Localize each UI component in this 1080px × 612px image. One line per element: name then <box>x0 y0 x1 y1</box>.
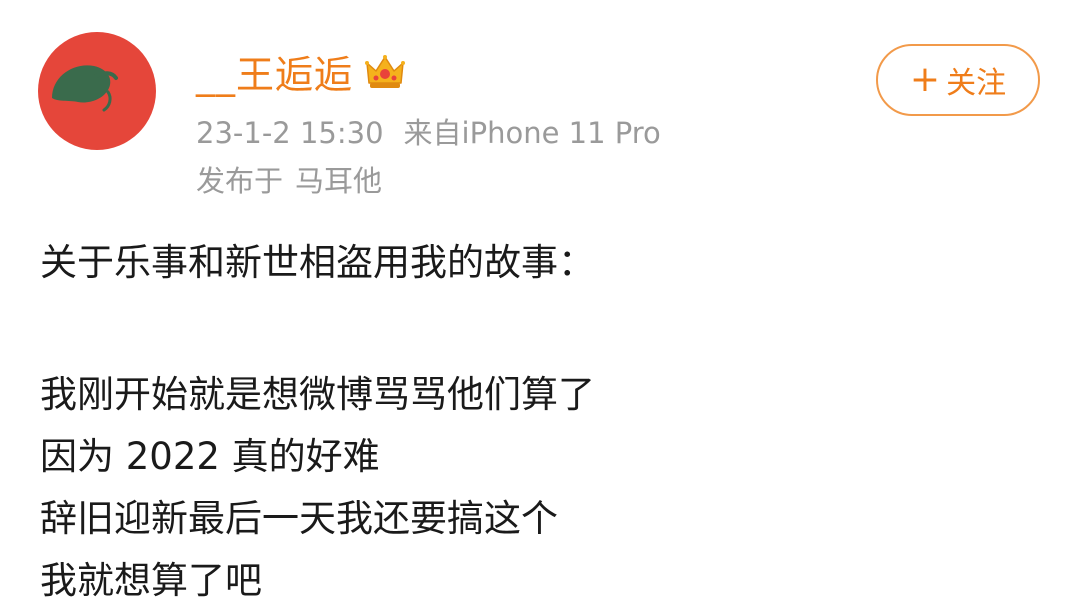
post-source: 来自iPhone 11 Pro <box>403 116 661 150</box>
leaf-icon <box>52 65 118 112</box>
post-location: 发布于 马耳他 <box>196 158 382 200</box>
avatar[interactable] <box>38 32 156 150</box>
location-prefix: 发布于 <box>196 164 284 198</box>
crown-icon <box>363 49 407 93</box>
post-line: 因为 2022 真的好难 <box>40 435 380 478</box>
post-timestamp: 23-1-2 15:30 <box>196 116 384 150</box>
post-meta: 23-1-2 15:30 来自iPhone 11 Pro <box>196 110 661 152</box>
post-line: 我刚开始就是想微博骂骂他们算了 <box>40 373 595 416</box>
plus-icon: + <box>909 59 941 100</box>
follow-button[interactable]: + 关注 <box>876 44 1040 116</box>
username-link[interactable]: __王逅逅 <box>196 44 353 99</box>
post-line-blank <box>40 294 1040 364</box>
post-line: 辞旧迎新最后一天我还要搞这个 <box>40 497 558 540</box>
username-row: __王逅逅 <box>196 40 407 102</box>
post-line: 关于乐事和新世相盗用我的故事： <box>40 241 595 284</box>
post-body: 关于乐事和新世相盗用我的故事： 我刚开始就是想微博骂骂他们算了 因为 2022 … <box>40 232 1040 612</box>
location-name: 马耳他 <box>295 164 383 198</box>
follow-label: 关注 <box>946 66 1007 101</box>
